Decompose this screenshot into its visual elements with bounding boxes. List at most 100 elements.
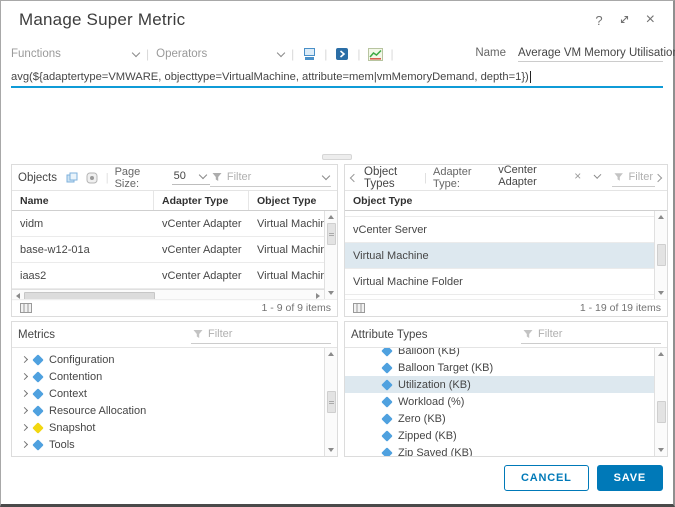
formula-toolbar: Functions | Operators | | | | Name Avera… — [11, 46, 675, 62]
list-item[interactable]: Zero (KB) — [345, 410, 654, 427]
formula-input[interactable]: avg(${adaptertype=VMWARE, objecttype=Vir… — [11, 67, 663, 88]
objects-panel-header: Objects | Page Size: 50 Filter — [12, 165, 337, 190]
help-icon[interactable]: ? — [595, 13, 602, 28]
scrollbar-thumb[interactable] — [326, 223, 336, 245]
scroll-down-arrow[interactable] — [325, 444, 338, 456]
tree-item[interactable]: Contention — [12, 368, 324, 385]
list-item-selected[interactable]: Utilization (KB) — [345, 376, 654, 393]
expand-chevron-icon[interactable] — [20, 372, 29, 381]
list-item[interactable]: Virtual Machine Folder — [345, 269, 654, 295]
table-row[interactable]: iaas2 vCenter Adapter Virtual Machine — [12, 263, 324, 289]
adapter-type-dropdown[interactable]: vCenter Adapter × — [496, 165, 605, 191]
expand-chevron-icon[interactable] — [20, 423, 29, 432]
column-header-object-type[interactable]: Object Type — [345, 191, 667, 210]
column-header-name[interactable]: Name — [12, 191, 154, 210]
tree-item[interactable]: Context — [12, 385, 324, 402]
list-item[interactable]: Balloon Target (KB) — [345, 359, 654, 376]
page-size-dropdown[interactable]: 50 — [171, 170, 210, 185]
scroll-down-arrow[interactable] — [325, 287, 338, 299]
attribute-icon — [381, 348, 393, 357]
copy-objects-icon[interactable] — [65, 170, 80, 186]
object-types-panel-footer: 1 - 19 of 19 items — [345, 299, 667, 316]
attribute-types-filter-input[interactable]: Filter — [521, 326, 661, 344]
close-icon[interactable]: × — [646, 12, 655, 28]
scrollbar-thumb[interactable] — [326, 391, 336, 413]
scrollbar-thumb[interactable] — [656, 244, 666, 266]
metric-group-icon — [32, 438, 44, 451]
expand-chevron-icon[interactable] — [20, 440, 29, 449]
tree-item[interactable]: Configuration — [12, 351, 324, 368]
operators-dropdown[interactable]: Operators — [156, 48, 286, 60]
scroll-up-arrow[interactable] — [655, 211, 668, 223]
object-types-filter-input[interactable]: Filter — [612, 169, 655, 187]
list-item[interactable]: Balloon (KB) — [345, 348, 654, 359]
scroll-up-arrow[interactable] — [325, 211, 338, 223]
attribute-icon — [381, 361, 393, 374]
cancel-button[interactable]: CANCEL — [504, 465, 589, 491]
name-label: Name — [475, 46, 506, 59]
attribute-types-list: Balloon (KB) Balloon Target (KB) Utiliza… — [345, 348, 654, 456]
adapter-type-label: Adapter Type: — [432, 165, 472, 190]
scroll-up-arrow[interactable] — [655, 348, 668, 360]
tree-item[interactable]: Resource Allocation — [12, 402, 324, 419]
manage-super-metric-dialog: Manage Super Metric ? × Functions | Oper… — [0, 0, 675, 507]
chevron-down-icon — [321, 171, 331, 180]
header-scroll-left-icon[interactable] — [349, 173, 359, 182]
table-row[interactable]: vidm vCenter Adapter Virtual Machine — [12, 211, 324, 237]
expand-chevron-icon[interactable] — [20, 355, 29, 364]
save-button[interactable]: SAVE — [596, 465, 663, 491]
deselect-objects-icon[interactable] — [84, 170, 99, 186]
column-header-adapter-type[interactable]: Adapter Type — [154, 191, 249, 210]
pagination-status: 1 - 19 of 19 items — [579, 302, 661, 314]
header-scroll-right-icon[interactable] — [653, 173, 663, 182]
scroll-up-arrow[interactable] — [325, 348, 338, 360]
visualize-chart-icon[interactable] — [368, 46, 384, 62]
vertical-scrollbar[interactable] — [654, 348, 667, 456]
metric-group-icon — [32, 353, 44, 366]
table-row[interactable]: base-w12-01a vCenter Adapter Virtual Mac… — [12, 237, 324, 263]
list-item[interactable]: Zipped (KB) — [345, 427, 654, 444]
attribute-types-panel-header: Attribute Types Filter — [345, 322, 667, 347]
expand-chevron-icon[interactable] — [20, 406, 29, 415]
tree-item[interactable]: Snapshot — [12, 419, 324, 436]
text-caret — [529, 70, 531, 83]
clear-selection-icon[interactable]: × — [574, 170, 581, 182]
object-types-panel-header: Object Types | Adapter Type: vCenter Ada… — [345, 165, 667, 191]
pagination-status: 1 - 9 of 9 items — [261, 302, 331, 314]
vertical-scrollbar[interactable] — [324, 211, 337, 299]
this-function-icon[interactable] — [301, 46, 317, 62]
column-header-object-type[interactable]: Object Type — [249, 191, 337, 210]
objects-filter-input[interactable]: Filter — [209, 169, 331, 187]
vertical-scrollbar[interactable] — [654, 211, 667, 299]
dialog-title: Manage Super Metric — [19, 10, 186, 29]
objects-panel-footer: 1 - 9 of 9 items — [12, 299, 337, 316]
column-chooser-icon[interactable] — [18, 300, 34, 316]
column-chooser-icon[interactable] — [351, 300, 367, 316]
expand-chevron-icon[interactable] — [20, 389, 29, 398]
tree-item[interactable]: Utilization — [12, 453, 324, 457]
splitter-handle[interactable] — [322, 154, 352, 160]
object-types-table-header: Object Type — [345, 190, 667, 211]
list-item[interactable]: Zip Saved (KB) — [345, 444, 654, 456]
list-item-selected[interactable]: Virtual Machine — [345, 243, 654, 269]
vertical-scrollbar[interactable] — [324, 348, 337, 456]
funnel-icon — [614, 172, 624, 181]
object-types-title: Object Types — [364, 165, 398, 190]
scrollbar-thumb[interactable] — [656, 401, 666, 424]
metric-group-icon — [32, 387, 44, 400]
functions-dropdown[interactable]: Functions — [11, 48, 141, 60]
formula-text: avg(${adaptertype=VMWARE, objecttype=Vir… — [11, 70, 529, 83]
list-item[interactable]: Workload (%) — [345, 393, 654, 410]
scroll-down-arrow[interactable] — [655, 444, 668, 456]
list-item[interactable]: vCenter Server — [345, 217, 654, 243]
preview-icon[interactable] — [334, 46, 350, 62]
metrics-tree: Configuration Contention Context Resourc… — [12, 348, 324, 456]
metric-name-input[interactable]: Average VM Memory Utilisation(KB) — [518, 47, 675, 62]
object-types-list: vCenter Server Virtual Machine Virtual M… — [345, 211, 654, 299]
tree-item[interactable]: Tools — [12, 436, 324, 453]
attribute-icon — [381, 446, 393, 456]
scroll-down-arrow[interactable] — [655, 287, 668, 299]
objects-panel: Objects | Page Size: 50 Filter Name Adap… — [11, 164, 338, 317]
metrics-filter-input[interactable]: Filter — [191, 326, 331, 344]
resize-icon[interactable] — [619, 13, 630, 28]
